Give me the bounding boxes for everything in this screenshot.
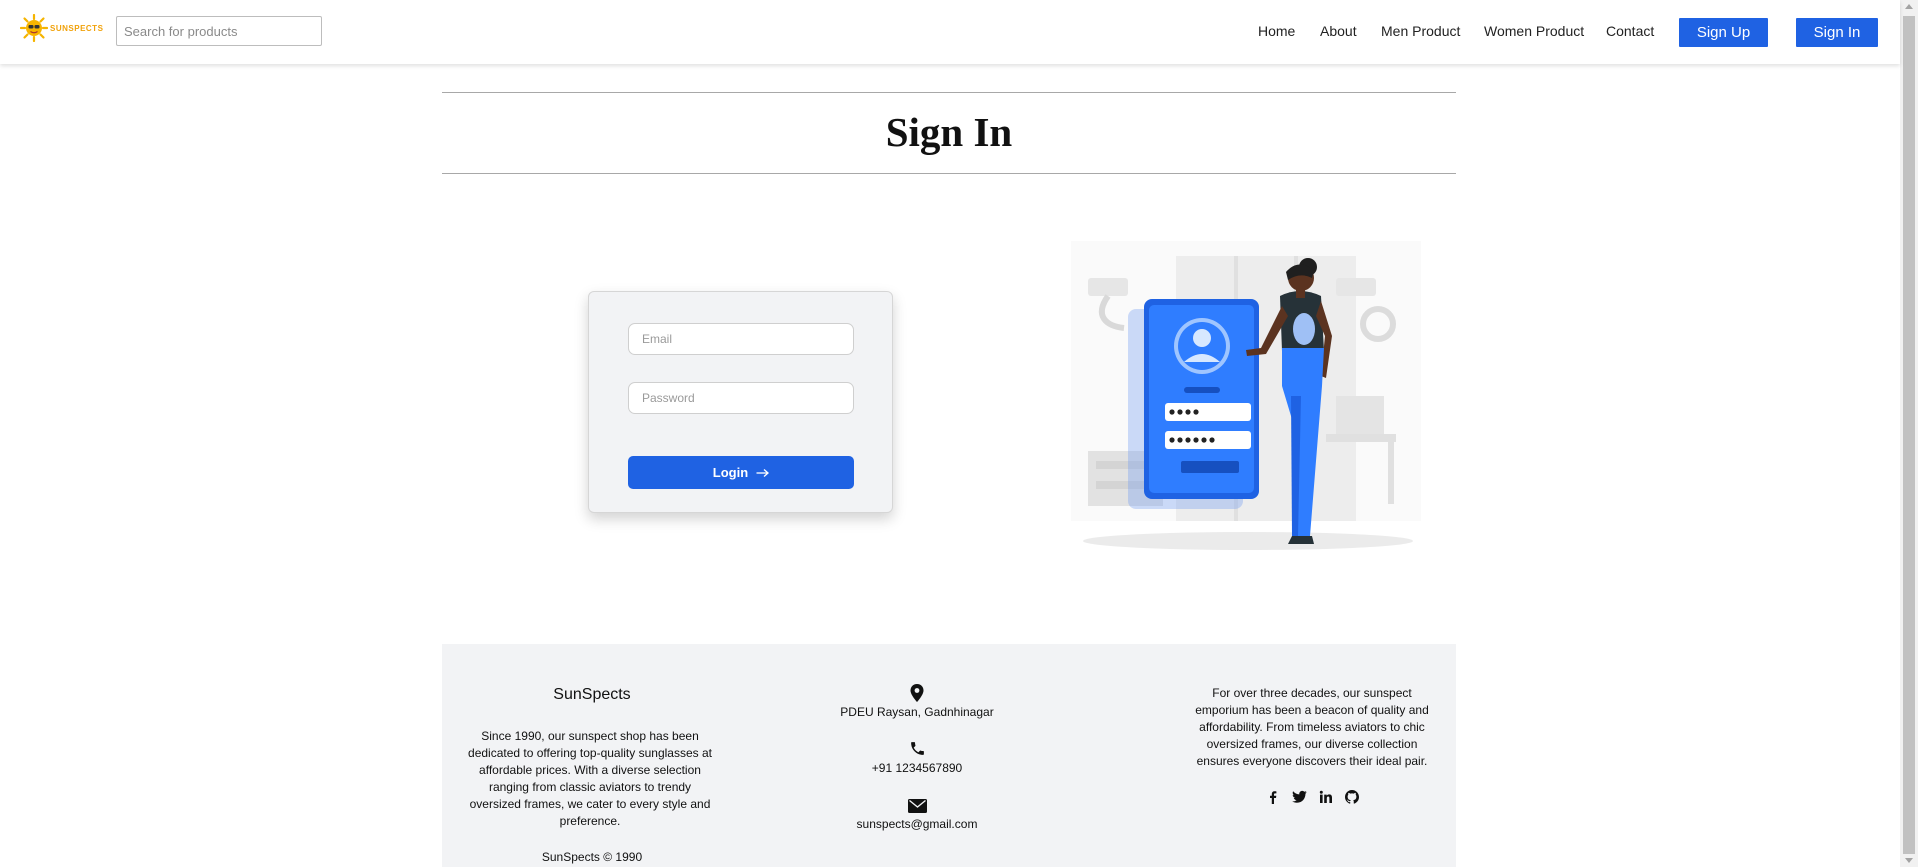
footer-copyright: SunSpects © 1990 xyxy=(541,850,643,864)
footer-description: For over three decades, our sunspect emp… xyxy=(1195,686,1429,768)
sun-logo-icon xyxy=(20,14,48,42)
location-pin-icon xyxy=(910,684,924,702)
linkedin-icon[interactable] xyxy=(1319,790,1333,804)
footer-about-text: Since 1990, our sunspect shop has been d… xyxy=(468,729,712,828)
email-field[interactable] xyxy=(628,323,854,355)
logo-text: SUNSPECTS xyxy=(50,23,104,33)
footer-email-text[interactable]: sunspects@gmail.com xyxy=(802,817,1032,831)
scroll-up-icon[interactable] xyxy=(1905,4,1913,9)
footer-brand-title: SunSpects xyxy=(553,686,631,703)
scrollbar[interactable] xyxy=(1900,0,1918,867)
sign-up-button[interactable]: Sign Up xyxy=(1679,18,1768,47)
nav-contact[interactable]: Contact xyxy=(1606,23,1654,39)
scroll-thumb[interactable] xyxy=(1903,16,1915,854)
nav-women-product[interactable]: Women Product xyxy=(1484,23,1584,39)
envelope-icon xyxy=(907,799,927,813)
footer-phone-text: +91 1234567890 xyxy=(871,761,963,775)
arrow-right-icon xyxy=(756,468,770,477)
nav-home[interactable]: Home xyxy=(1258,23,1295,39)
page-title: Sign In xyxy=(885,109,1013,155)
nav-men-product[interactable]: Men Product xyxy=(1381,23,1460,39)
sign-in-button[interactable]: Sign In xyxy=(1796,18,1878,47)
login-card: Login xyxy=(588,291,893,513)
login-button[interactable]: Login xyxy=(628,456,854,489)
title-divider-bottom xyxy=(442,173,1456,174)
scroll-down-icon[interactable] xyxy=(1905,858,1913,863)
nav-about[interactable]: About xyxy=(1320,23,1357,39)
footer: SunSpects Since 1990, our sunspect shop … xyxy=(442,644,1456,867)
footer-address-text: PDEU Raysan, Gadnhinagar xyxy=(840,705,994,719)
title-divider-top xyxy=(442,92,1456,93)
phone-icon xyxy=(910,742,924,755)
social-links xyxy=(1266,790,1359,804)
facebook-icon[interactable] xyxy=(1266,790,1280,804)
github-icon[interactable] xyxy=(1345,790,1359,804)
search-input[interactable] xyxy=(116,16,322,46)
twitter-icon[interactable] xyxy=(1292,790,1307,804)
logo[interactable]: SUNSPECTS xyxy=(20,14,103,42)
password-field[interactable] xyxy=(628,382,854,414)
login-button-label: Login xyxy=(712,465,749,480)
navbar: SUNSPECTS Home About Men Product Women P… xyxy=(0,0,1900,64)
phone-login-illustration xyxy=(1071,241,1421,550)
